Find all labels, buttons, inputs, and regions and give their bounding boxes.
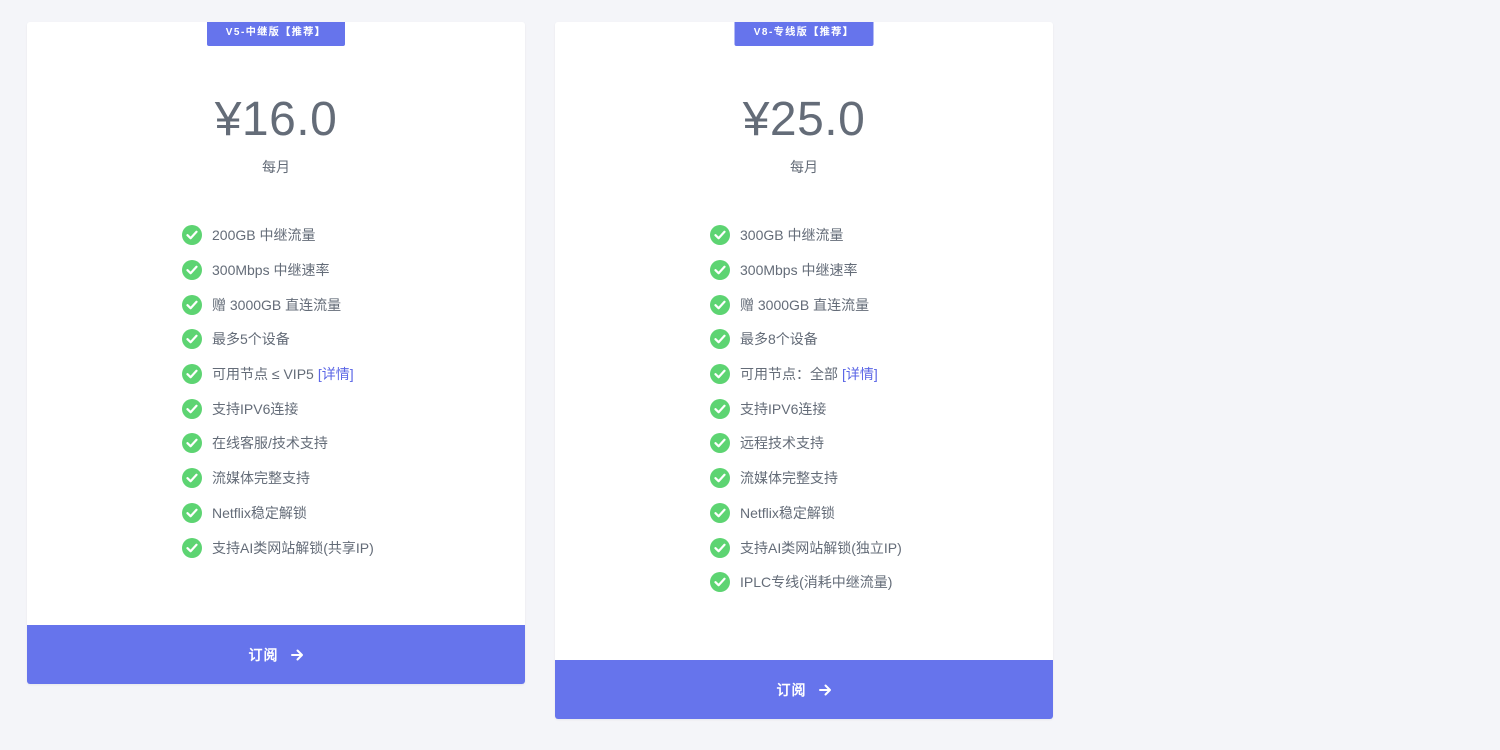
check-circle-icon bbox=[710, 537, 730, 558]
feature-text: Netflix稳定解锁 bbox=[740, 504, 835, 521]
feature-text: 支持AI类网站解锁(独立IP) bbox=[740, 539, 902, 556]
arrow-right-icon bbox=[818, 684, 832, 696]
plan-badge: V8-专线版【推荐】 bbox=[734, 22, 874, 46]
feature-item: 支持AI类网站解锁(独立IP) bbox=[710, 530, 902, 565]
arrow-right-icon bbox=[290, 649, 304, 661]
feature-text: 远程技术支持 bbox=[740, 435, 824, 452]
check-circle-icon bbox=[710, 294, 730, 315]
check-circle-icon bbox=[710, 468, 730, 489]
check-circle-icon bbox=[182, 433, 202, 454]
feature-list: 300GB 中继流量 300Mbps 中继速率赠 3000GB 直连流量 最多8个设… bbox=[710, 218, 902, 600]
feature-item: 最多8个设备 bbox=[710, 322, 902, 357]
feature-text: 300Mbps 中继速率 bbox=[212, 262, 330, 279]
check-circle-icon bbox=[182, 502, 202, 523]
check-circle-icon bbox=[710, 364, 730, 385]
feature-item: 赠 3000GB 直连流量 bbox=[182, 287, 374, 322]
feature-item: 支持AI类网站解锁(共享IP) bbox=[182, 530, 374, 565]
feature-text: 最多8个设备 bbox=[740, 331, 818, 348]
feature-text: 赠 3000GB 直连流量 bbox=[212, 296, 342, 313]
feature-item: 流媒体完整支持 bbox=[710, 461, 902, 496]
feature-item: IPLC专线(消耗中继流量) bbox=[710, 565, 902, 600]
feature-text: 可用节点：全部 bbox=[740, 366, 838, 383]
feature-text: 支持IPV6连接 bbox=[740, 400, 827, 417]
feature-item: 300Mbps 中继速率 bbox=[710, 253, 902, 288]
feature-text: 流媒体完整支持 bbox=[212, 470, 310, 487]
check-circle-icon bbox=[182, 537, 202, 558]
feature-text: 支持AI类网站解锁(共享IP) bbox=[212, 539, 374, 556]
subscribe-button[interactable]: 订阅 bbox=[27, 625, 525, 684]
check-circle-icon bbox=[182, 329, 202, 350]
feature-text: 赠 3000GB 直连流量 bbox=[740, 296, 870, 313]
feature-list: 200GB 中继流量 300Mbps 中继速率赠 3000GB 直连流量 最多5个设… bbox=[182, 218, 374, 565]
plan-period: 每月 bbox=[262, 159, 290, 175]
feature-text: 300GB 中继流量 bbox=[740, 227, 844, 244]
feature-item: 200GB 中继流量 bbox=[182, 218, 374, 253]
check-circle-icon bbox=[710, 225, 730, 246]
check-circle-icon bbox=[710, 572, 730, 593]
feature-item: 最多5个设备 bbox=[182, 322, 374, 357]
feature-item: 流媒体完整支持 bbox=[182, 461, 374, 496]
feature-text: Netflix稳定解锁 bbox=[212, 504, 307, 521]
check-circle-icon bbox=[182, 294, 202, 315]
feature-text: 流媒体完整支持 bbox=[740, 470, 838, 487]
check-circle-icon bbox=[182, 468, 202, 489]
feature-item: Netflix稳定解锁 bbox=[710, 496, 902, 531]
subscribe-button-label: 订阅 bbox=[776, 681, 807, 698]
check-circle-icon bbox=[710, 433, 730, 454]
feature-item: 支持IPV6连接 bbox=[182, 391, 374, 426]
feature-item: 300Mbps 中继速率 bbox=[182, 253, 374, 288]
plan-card: V8-专线版【推荐】 ¥25.0 每月 300GB 中继流量 300Mbps 中继… bbox=[555, 22, 1053, 719]
subscribe-button[interactable]: 订阅 bbox=[555, 660, 1053, 719]
feature-item: 可用节点 ≤ VIP5 [详情] bbox=[182, 357, 374, 392]
check-circle-icon bbox=[182, 260, 202, 281]
feature-item: Netflix稳定解锁 bbox=[182, 496, 374, 531]
feature-item: 赠 3000GB 直连流量 bbox=[710, 287, 902, 322]
details-link[interactable]: [详情] bbox=[842, 364, 878, 384]
feature-text: IPLC专线(消耗中继流量) bbox=[740, 574, 893, 591]
check-circle-icon bbox=[710, 398, 730, 419]
feature-text: 可用节点 ≤ VIP5 bbox=[212, 366, 314, 383]
feature-item: 可用节点：全部 [详情] bbox=[710, 357, 902, 392]
feature-text: 200GB 中继流量 bbox=[212, 227, 316, 244]
plan-period: 每月 bbox=[790, 159, 818, 175]
check-circle-icon bbox=[710, 329, 730, 350]
check-circle-icon bbox=[182, 225, 202, 246]
plan-price: ¥16.0 bbox=[214, 93, 338, 146]
details-link[interactable]: [详情] bbox=[318, 364, 354, 384]
check-circle-icon bbox=[182, 398, 202, 419]
feature-item: 在线客服/技术支持 bbox=[182, 426, 374, 461]
check-circle-icon bbox=[710, 260, 730, 281]
feature-text: 最多5个设备 bbox=[212, 331, 290, 348]
check-circle-icon bbox=[710, 502, 730, 523]
plan-badge: V5-中继版【推荐】 bbox=[207, 22, 345, 46]
feature-item: 300GB 中继流量 bbox=[710, 218, 902, 253]
feature-text: 支持IPV6连接 bbox=[212, 400, 299, 417]
feature-text: 在线客服/技术支持 bbox=[212, 435, 328, 452]
pricing-page: V5-中继版【推荐】 ¥16.0 每月 200GB 中继流量 300Mbps 中继… bbox=[0, 0, 1500, 750]
check-circle-icon bbox=[182, 364, 202, 385]
plan-card: V5-中继版【推荐】 ¥16.0 每月 200GB 中继流量 300Mbps 中继… bbox=[27, 22, 525, 684]
subscribe-button-label: 订阅 bbox=[248, 646, 279, 663]
feature-text: 300Mbps 中继速率 bbox=[740, 262, 858, 279]
feature-item: 远程技术支持 bbox=[710, 426, 902, 461]
feature-item: 支持IPV6连接 bbox=[710, 391, 902, 426]
plan-price: ¥25.0 bbox=[742, 93, 866, 146]
